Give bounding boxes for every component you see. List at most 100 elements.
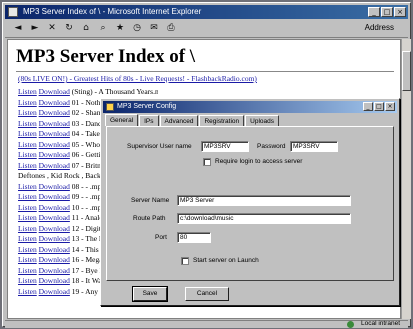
vertical-scrollbar[interactable]: [401, 39, 411, 319]
maximize-icon[interactable]: □: [374, 102, 384, 111]
listen-link[interactable]: Listen: [18, 287, 37, 296]
listen-link[interactable]: Listen: [18, 213, 37, 222]
search-icon[interactable]: ⌕: [96, 22, 110, 35]
track-name: 04 - Take ,: [69, 129, 104, 138]
download-link[interactable]: Download: [39, 287, 70, 296]
server-name-input[interactable]: MP3 Server: [177, 195, 351, 206]
port-label: Port: [155, 234, 167, 241]
download-link[interactable]: Download: [39, 140, 70, 149]
intranet-icon: [347, 321, 354, 328]
download-link[interactable]: Download: [39, 234, 70, 243]
listen-link[interactable]: Listen: [18, 276, 37, 285]
download-link[interactable]: Download: [39, 108, 70, 117]
dialog-title: MP3 Server Config: [117, 103, 177, 110]
playlist-link[interactable]: (80s LIVE ON!) - Greatest Hits of 80s - …: [18, 74, 257, 83]
server-config-dialog: MP3 Server Config _ □ × General IPs Advanc…: [100, 98, 400, 306]
listen-link[interactable]: Listen: [18, 119, 37, 128]
tab-general[interactable]: General: [105, 114, 139, 126]
track-name: Deftones , Kid Rock , Backs: [18, 171, 104, 180]
server-name-label: Server Name: [131, 197, 170, 204]
track-name: 13 - The L: [69, 234, 104, 243]
download-link[interactable]: Download: [39, 203, 70, 212]
track-name: 10 - - .mp.: [69, 202, 104, 212]
listen-link[interactable]: Listen: [18, 245, 37, 254]
page-title: MP3 Server Index of \: [16, 46, 196, 67]
security-zone: Local intranet: [360, 320, 400, 327]
tab-uploads[interactable]: Uploads: [245, 115, 279, 126]
listen-link[interactable]: Listen: [18, 255, 37, 264]
address-label: Address: [364, 23, 394, 32]
listen-link[interactable]: Listen: [18, 266, 37, 275]
download-link[interactable]: Download: [39, 129, 70, 138]
password-input[interactable]: MP3SRV: [290, 141, 338, 152]
track-name: 09 - - .mp.: [69, 192, 104, 201]
dialog-title-bar: MP3 Server Config _ □ ×: [103, 101, 397, 113]
listen-link[interactable]: Listen: [18, 140, 37, 149]
supervisor-label: Supervisor User name: [127, 143, 192, 150]
listen-link[interactable]: Listen: [18, 234, 37, 243]
download-link[interactable]: Download: [39, 161, 70, 170]
close-icon[interactable]: ×: [394, 7, 406, 17]
route-path-input[interactable]: c:\download\music: [177, 213, 351, 224]
mail-icon[interactable]: ✉: [147, 22, 161, 35]
history-icon[interactable]: ◷: [130, 22, 144, 35]
download-link[interactable]: Download: [39, 255, 70, 264]
ie-logo-icon: [8, 7, 18, 17]
route-path-label: Route Path: [133, 215, 166, 222]
print-icon[interactable]: ⎙: [164, 22, 178, 35]
download-link[interactable]: Download: [39, 224, 70, 233]
download-link[interactable]: Download: [39, 276, 70, 285]
download-link[interactable]: Download: [39, 245, 70, 254]
track-name: (Sting) - A Thousand Years.mp3 (6.8 MB): [71, 87, 158, 96]
tab-advanced[interactable]: Advanced: [159, 115, 199, 126]
supervisor-input[interactable]: MP3SRV: [201, 141, 249, 152]
start-on-launch-label: Start server on Launch: [193, 257, 259, 264]
listen-link[interactable]: Listen: [18, 150, 37, 159]
download-link[interactable]: Download: [39, 119, 70, 128]
back-icon[interactable]: ◄: [11, 22, 25, 35]
browser-title-bar: MP3 Server Index of \ - Microsoft Intern…: [5, 5, 408, 19]
require-login-checkbox[interactable]: [203, 158, 211, 166]
browser-toolbar: ◄ ► ✕ ↻ ⌂ ⌕ ★ ◷ ✉ ⎙ Address: [5, 20, 408, 38]
status-bar: Local intranet: [5, 320, 408, 328]
home-icon[interactable]: ⌂: [79, 22, 93, 35]
save-button[interactable]: Save: [132, 286, 168, 302]
listen-link[interactable]: Listen: [18, 161, 37, 170]
dialog-tabs: General IPs Advanced Registration Uploads: [105, 114, 280, 126]
maximize-icon[interactable]: □: [381, 7, 393, 17]
general-panel: Supervisor User name MP3SRV Password MP3…: [106, 126, 394, 281]
favorites-icon[interactable]: ★: [113, 22, 127, 35]
listen-link[interactable]: Listen: [18, 129, 37, 138]
refresh-icon[interactable]: ↻: [62, 22, 76, 35]
listen-link[interactable]: Listen: [18, 192, 37, 201]
download-link[interactable]: Download: [39, 87, 70, 96]
download-link[interactable]: Download: [39, 192, 70, 201]
require-login-label: Require login to access server: [215, 158, 303, 165]
download-link[interactable]: Download: [39, 182, 70, 191]
listen-link[interactable]: Listen: [18, 108, 37, 117]
cancel-button[interactable]: Cancel: [185, 287, 229, 301]
listen-link[interactable]: Listen: [18, 98, 37, 107]
start-on-launch-checkbox[interactable]: [181, 257, 189, 265]
download-link[interactable]: Download: [39, 98, 70, 107]
download-link[interactable]: Download: [39, 150, 70, 159]
close-icon[interactable]: ×: [385, 102, 395, 111]
password-label: Password: [257, 143, 286, 150]
track-name: 18 - It Wa: [69, 276, 102, 285]
minimize-icon[interactable]: _: [363, 102, 373, 111]
minimize-icon[interactable]: _: [368, 7, 380, 17]
stop-icon[interactable]: ✕: [45, 22, 59, 35]
app-icon: [106, 103, 114, 111]
listen-link[interactable]: Listen: [18, 203, 37, 212]
browser-title: MP3 Server Index of \ - Microsoft Intern…: [23, 7, 202, 16]
tab-registration[interactable]: Registration: [199, 115, 245, 126]
tab-ips[interactable]: IPs: [139, 115, 159, 126]
listen-link[interactable]: Listen: [18, 87, 37, 96]
download-link[interactable]: Download: [39, 213, 70, 222]
port-input[interactable]: 80: [177, 232, 211, 243]
download-link[interactable]: Download: [39, 266, 70, 275]
forward-icon[interactable]: ►: [28, 22, 42, 35]
scrollbar-thumb[interactable]: [402, 51, 411, 91]
listen-link[interactable]: Listen: [18, 182, 37, 191]
listen-link[interactable]: Listen: [18, 224, 37, 233]
